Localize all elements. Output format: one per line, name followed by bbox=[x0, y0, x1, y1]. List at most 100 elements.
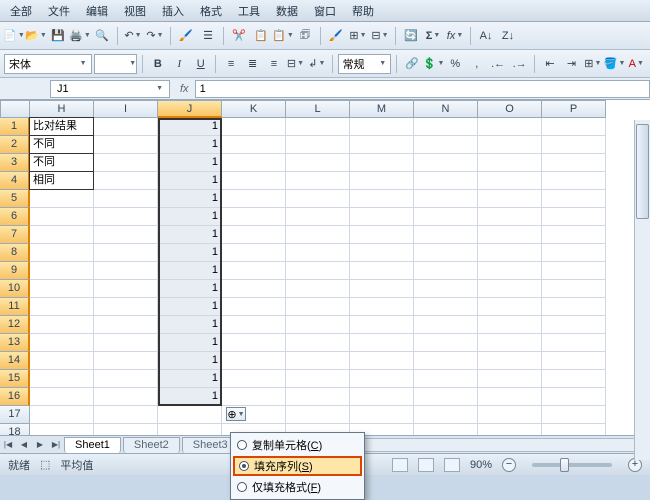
cell[interactable] bbox=[542, 244, 606, 262]
view-normal-button[interactable] bbox=[392, 458, 408, 472]
cell[interactable] bbox=[542, 190, 606, 208]
paste-button[interactable]: 📋▼ bbox=[273, 26, 293, 46]
cell[interactable] bbox=[30, 406, 94, 424]
cell[interactable] bbox=[94, 226, 158, 244]
menu-insert[interactable]: 插入 bbox=[154, 1, 192, 21]
cell[interactable] bbox=[542, 370, 606, 388]
cell[interactable] bbox=[158, 424, 222, 435]
cell[interactable] bbox=[222, 118, 286, 136]
cell[interactable] bbox=[478, 316, 542, 334]
cell[interactable]: 1 bbox=[158, 334, 222, 352]
cell[interactable] bbox=[350, 316, 414, 334]
font-size-combo[interactable]: ▼ bbox=[94, 54, 138, 74]
row-header[interactable]: 5 bbox=[0, 190, 30, 208]
cell[interactable] bbox=[222, 190, 286, 208]
cell[interactable] bbox=[286, 262, 350, 280]
cell[interactable] bbox=[30, 424, 94, 435]
cell[interactable] bbox=[414, 424, 478, 435]
cell[interactable] bbox=[30, 352, 94, 370]
cell[interactable] bbox=[286, 172, 350, 190]
cell[interactable] bbox=[94, 424, 158, 435]
underline-button[interactable]: U bbox=[191, 54, 210, 74]
cell-grid[interactable]: 比对结果1不同1不同1相同1111111111111 bbox=[30, 118, 606, 435]
cell[interactable] bbox=[222, 208, 286, 226]
tab-nav-prev[interactable]: ◀ bbox=[16, 437, 32, 453]
fx-icon[interactable]: fx bbox=[174, 83, 195, 95]
cell[interactable] bbox=[478, 262, 542, 280]
cell[interactable] bbox=[158, 406, 222, 424]
row-header[interactable]: 1 bbox=[0, 118, 30, 136]
indent-left-button[interactable]: ⇤ bbox=[540, 54, 559, 74]
sheet-tab[interactable]: Sheet2 bbox=[123, 437, 180, 453]
number-format-combo[interactable]: 常规▼ bbox=[338, 54, 392, 74]
cell[interactable] bbox=[30, 226, 94, 244]
row-header[interactable]: 15 bbox=[0, 370, 30, 388]
cell[interactable] bbox=[30, 334, 94, 352]
cell[interactable] bbox=[286, 244, 350, 262]
cell[interactable] bbox=[414, 262, 478, 280]
cell[interactable]: 比对结果 bbox=[29, 117, 94, 136]
merge-button[interactable]: ⊟▼ bbox=[286, 54, 305, 74]
cell[interactable] bbox=[286, 280, 350, 298]
function-button[interactable]: fx▼ bbox=[445, 26, 465, 46]
cell[interactable] bbox=[222, 352, 286, 370]
cell[interactable] bbox=[350, 136, 414, 154]
cell[interactable] bbox=[222, 136, 286, 154]
cut-button[interactable]: ✂️ bbox=[229, 26, 249, 46]
cell[interactable]: 1 bbox=[158, 118, 222, 136]
cell[interactable] bbox=[222, 298, 286, 316]
row-header[interactable]: 7 bbox=[0, 226, 30, 244]
cell[interactable] bbox=[414, 244, 478, 262]
cell[interactable] bbox=[286, 370, 350, 388]
cell[interactable] bbox=[30, 370, 94, 388]
row-header[interactable]: 6 bbox=[0, 208, 30, 226]
font-color-button[interactable]: A▼ bbox=[627, 54, 646, 74]
preview-button[interactable]: 🔍 bbox=[92, 26, 112, 46]
cell[interactable] bbox=[94, 298, 158, 316]
align-center-button[interactable]: ≣ bbox=[243, 54, 262, 74]
row-header[interactable]: 8 bbox=[0, 244, 30, 262]
col-header[interactable]: I bbox=[94, 100, 158, 118]
cell[interactable] bbox=[350, 388, 414, 406]
view-pagelayout-button[interactable] bbox=[418, 458, 434, 472]
cell[interactable] bbox=[542, 334, 606, 352]
cell[interactable] bbox=[414, 388, 478, 406]
cell[interactable] bbox=[414, 226, 478, 244]
cell[interactable] bbox=[350, 298, 414, 316]
cell[interactable] bbox=[286, 388, 350, 406]
cell[interactable] bbox=[542, 226, 606, 244]
cell[interactable] bbox=[94, 244, 158, 262]
autofill-options-button[interactable]: ⊕▼ bbox=[226, 407, 246, 421]
cell[interactable] bbox=[30, 208, 94, 226]
cell[interactable] bbox=[414, 208, 478, 226]
cell[interactable] bbox=[478, 280, 542, 298]
col-header[interactable]: M bbox=[350, 100, 414, 118]
sort-asc-button[interactable]: A↓ bbox=[476, 26, 496, 46]
cell[interactable]: 1 bbox=[158, 316, 222, 334]
cell[interactable] bbox=[94, 136, 158, 154]
borders-button[interactable]: ⊞▼ bbox=[583, 54, 602, 74]
cell[interactable]: 1 bbox=[158, 154, 222, 172]
align-left-button[interactable]: ≡ bbox=[221, 54, 240, 74]
cell[interactable] bbox=[414, 352, 478, 370]
col-header[interactable]: H bbox=[30, 100, 94, 118]
cell[interactable]: 1 bbox=[158, 226, 222, 244]
autofill-option-fillseries[interactable]: 填充序列(S) bbox=[233, 456, 362, 476]
menu-edit[interactable]: 编辑 bbox=[78, 1, 116, 21]
row-header[interactable]: 18 bbox=[0, 424, 30, 435]
percent-button[interactable]: % bbox=[446, 54, 465, 74]
cell[interactable] bbox=[414, 190, 478, 208]
cell[interactable] bbox=[350, 262, 414, 280]
cell[interactable] bbox=[94, 154, 158, 172]
refresh-icon[interactable]: 🔄 bbox=[401, 26, 421, 46]
cell[interactable] bbox=[542, 298, 606, 316]
cell[interactable] bbox=[350, 172, 414, 190]
cell[interactable] bbox=[222, 316, 286, 334]
col-header[interactable]: O bbox=[478, 100, 542, 118]
cell[interactable] bbox=[94, 406, 158, 424]
cell[interactable] bbox=[478, 334, 542, 352]
format-brush-icon[interactable]: 🖌️ bbox=[326, 26, 346, 46]
cell[interactable] bbox=[94, 118, 158, 136]
menu-file[interactable]: 文件 bbox=[40, 1, 78, 21]
increase-decimal-button[interactable]: .→ bbox=[510, 54, 529, 74]
